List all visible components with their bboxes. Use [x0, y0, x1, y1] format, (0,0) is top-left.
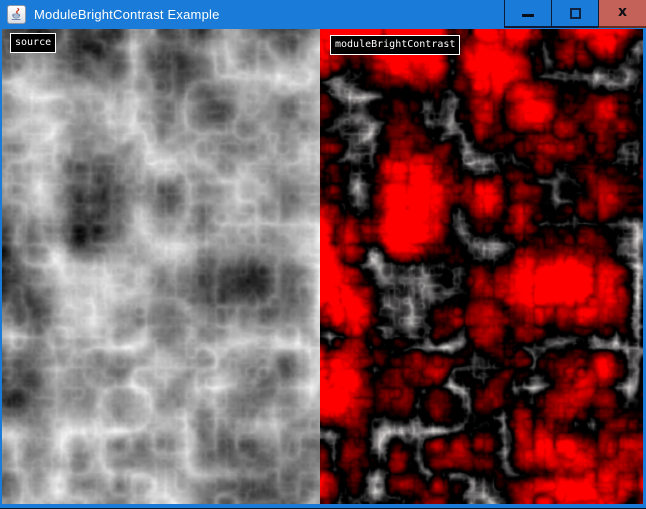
content-area: source moduleBrightContrast	[2, 29, 643, 504]
minimize-icon	[522, 14, 534, 17]
java-app-icon[interactable]	[7, 5, 26, 24]
source-image	[2, 29, 320, 504]
window-controls: x	[504, 0, 646, 28]
minimize-button[interactable]	[504, 0, 551, 28]
source-label: source	[10, 33, 56, 53]
window-title: ModuleBrightContrast Example	[34, 7, 220, 22]
maximize-button[interactable]	[551, 0, 598, 28]
module-bright-contrast-image	[320, 29, 643, 504]
result-label: moduleBrightContrast	[330, 35, 460, 55]
app-window: ModuleBrightContrast Example x source mo…	[0, 0, 646, 509]
close-icon: x	[618, 5, 627, 19]
source-panel: source	[2, 29, 320, 504]
result-panel: moduleBrightContrast	[320, 29, 643, 504]
close-button[interactable]: x	[598, 0, 646, 28]
maximize-icon	[570, 8, 581, 19]
java-coffee-cup-icon	[9, 7, 24, 22]
titlebar: ModuleBrightContrast Example x	[0, 0, 646, 29]
